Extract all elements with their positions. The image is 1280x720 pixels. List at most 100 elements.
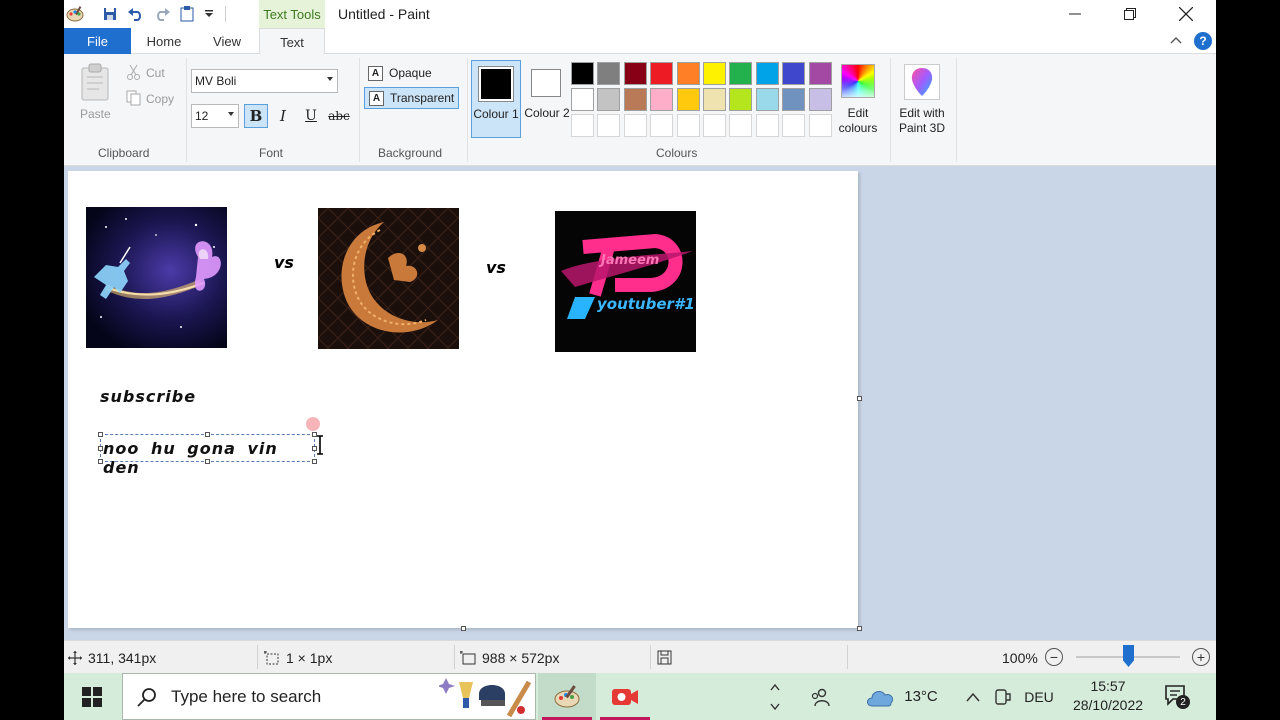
- titlebar-divider: [225, 6, 226, 22]
- restore-button[interactable]: [1107, 0, 1153, 28]
- colour-swatch[interactable]: [571, 88, 594, 111]
- status-bar: 311, 341px 1 × 1px 988 × 572px 100% − +: [64, 640, 1216, 673]
- custom-colour-slot[interactable]: [571, 114, 594, 137]
- tab-home[interactable]: Home: [134, 28, 194, 54]
- strikethrough-button[interactable]: abc: [326, 104, 352, 128]
- custom-colour-slot[interactable]: [676, 114, 700, 137]
- colour-swatch[interactable]: [808, 88, 832, 111]
- network-icon[interactable]: [992, 673, 1014, 720]
- zoom-out-button[interactable]: −: [1045, 648, 1063, 666]
- taskbar-clock[interactable]: 15:57 28/10/2022: [1062, 677, 1154, 715]
- custom-colour-slot[interactable]: [650, 114, 674, 137]
- chevron-up-icon[interactable]: [770, 683, 780, 691]
- transparent-option[interactable]: A Transparent: [364, 87, 459, 109]
- colour-swatch[interactable]: [782, 62, 806, 85]
- colour-swatch[interactable]: [571, 62, 594, 85]
- minimize-button[interactable]: [1052, 0, 1098, 28]
- textbox-resize-handle[interactable]: [98, 446, 103, 451]
- taskbar-paint-app[interactable]: [538, 673, 596, 720]
- colour-swatch[interactable]: [755, 88, 779, 111]
- custom-colour-slot[interactable]: [755, 114, 779, 137]
- weather-widget[interactable]: 13°C: [859, 673, 943, 720]
- font-size-value: 12: [195, 109, 209, 123]
- colour-swatch[interactable]: [623, 62, 647, 85]
- start-button[interactable]: [64, 673, 120, 720]
- bold-button[interactable]: B: [244, 104, 268, 128]
- paint-app-icon[interactable]: [64, 4, 86, 24]
- paint3d-icon[interactable]: [904, 64, 940, 100]
- textbox-resize-handle[interactable]: [205, 459, 210, 464]
- help-icon[interactable]: ?: [1194, 32, 1212, 50]
- clipboard-icon[interactable]: [177, 4, 197, 24]
- language-indicator[interactable]: DEU: [1020, 673, 1058, 720]
- collapse-ribbon-icon[interactable]: [1170, 32, 1182, 47]
- copy-button[interactable]: Copy: [146, 92, 174, 106]
- font-size-combo[interactable]: 12: [191, 104, 239, 128]
- opaque-option[interactable]: A Opaque: [364, 62, 459, 84]
- colour-swatch[interactable]: [808, 62, 832, 85]
- textbox-resize-handle[interactable]: [205, 432, 210, 437]
- textbox-resize-handle[interactable]: [312, 459, 317, 464]
- paste-icon[interactable]: [78, 62, 112, 102]
- custom-colour-slot[interactable]: [808, 114, 832, 137]
- canvas-workspace[interactable]: vs vs Jameem youtuber#1 subscribe noo hu…: [64, 166, 1216, 640]
- textbox-resize-handle[interactable]: [98, 432, 103, 437]
- colour-swatch[interactable]: [597, 88, 621, 111]
- canvas-resize-handle-bottom[interactable]: [461, 626, 466, 631]
- edit-colours-button[interactable]: Edit colours: [834, 106, 882, 136]
- taskbar-recorder-app[interactable]: [596, 673, 654, 720]
- custom-colour-slot[interactable]: [623, 114, 647, 137]
- font-family-combo[interactable]: MV Boli: [191, 69, 338, 93]
- edit-with-paint3d-button[interactable]: Edit with Paint 3D: [894, 106, 950, 136]
- colour-swatch[interactable]: [703, 88, 726, 111]
- custom-colour-slot[interactable]: [729, 114, 753, 137]
- colour-swatch[interactable]: [755, 62, 779, 85]
- clipboard-group-label: Clipboard: [98, 146, 150, 160]
- zoom-in-button[interactable]: +: [1192, 648, 1210, 666]
- notification-center-icon[interactable]: 2: [1164, 683, 1190, 709]
- colour-swatch[interactable]: [650, 88, 674, 111]
- underline-button[interactable]: U: [299, 104, 323, 128]
- edit-colours-icon[interactable]: [841, 64, 875, 98]
- save-icon[interactable]: [100, 4, 120, 24]
- cut-button[interactable]: Cut: [146, 66, 165, 80]
- cut-icon[interactable]: [126, 64, 142, 80]
- show-hidden-icons[interactable]: [962, 673, 984, 720]
- tab-text[interactable]: Text: [259, 28, 325, 55]
- text-edit-box[interactable]: noo hu gona vin den: [98, 432, 317, 477]
- taskbar-scroll-buttons[interactable]: [764, 673, 786, 720]
- colour-swatch[interactable]: [650, 62, 674, 85]
- colour2-selector[interactable]: Colour 2: [522, 60, 572, 138]
- undo-icon[interactable]: [126, 4, 146, 24]
- colour-swatch[interactable]: [729, 88, 753, 111]
- colour-swatch[interactable]: [676, 88, 700, 111]
- tab-view[interactable]: View: [198, 28, 256, 54]
- copy-icon[interactable]: [126, 90, 142, 106]
- colour1-selector[interactable]: Colour 1: [471, 60, 521, 138]
- colour-swatch[interactable]: [729, 62, 753, 85]
- italic-button[interactable]: I: [271, 104, 295, 128]
- zoom-slider-thumb[interactable]: [1123, 645, 1134, 667]
- custom-colour-slot[interactable]: [782, 114, 806, 137]
- drawing-canvas[interactable]: vs vs Jameem youtuber#1 subscribe noo hu…: [68, 171, 858, 628]
- redo-icon[interactable]: [152, 4, 172, 24]
- custom-colour-slot[interactable]: [703, 114, 726, 137]
- zoom-level: 100%: [1002, 650, 1038, 666]
- canvas-resize-handle-right[interactable]: [857, 396, 862, 401]
- close-button[interactable]: [1163, 0, 1209, 28]
- colour-swatch[interactable]: [703, 62, 726, 85]
- colour-swatch[interactable]: [623, 88, 647, 111]
- paste-button[interactable]: Paste: [80, 107, 111, 121]
- tab-file[interactable]: File: [64, 28, 131, 54]
- chevron-down-icon[interactable]: [770, 703, 780, 711]
- taskbar-search-box[interactable]: Type here to search: [122, 673, 536, 720]
- customize-quick-access-icon[interactable]: [202, 4, 216, 24]
- colour-swatch[interactable]: [782, 88, 806, 111]
- text-box-content[interactable]: noo hu gona vin den: [103, 439, 314, 477]
- canvas-resize-handle-corner[interactable]: [857, 626, 862, 631]
- colour-swatch[interactable]: [597, 62, 621, 85]
- people-icon[interactable]: [808, 673, 832, 720]
- custom-colour-slot[interactable]: [597, 114, 621, 137]
- colour-swatch[interactable]: [676, 62, 700, 85]
- textbox-resize-handle[interactable]: [98, 459, 103, 464]
